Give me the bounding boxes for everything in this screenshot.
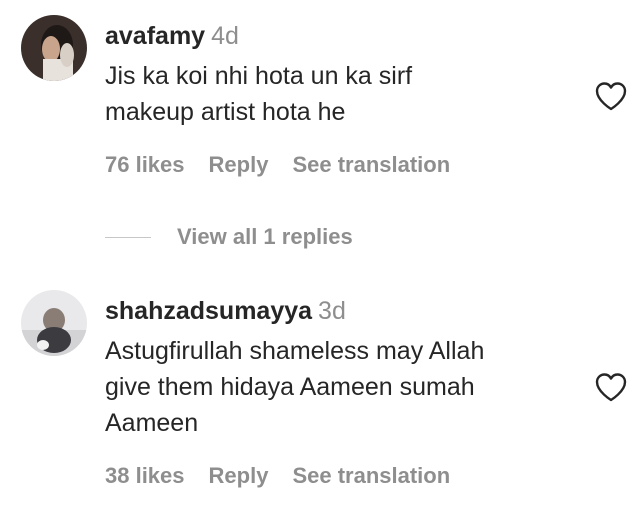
comment-author[interactable]: shahzadsumayya 3d: [105, 297, 346, 326]
comment-actions: 38 likes Reply See translation: [105, 463, 450, 489]
username[interactable]: shahzadsumayya: [105, 297, 312, 325]
like-button[interactable]: [594, 80, 628, 112]
timestamp: 4d: [211, 22, 239, 50]
comment-text-line: Jis ka koi nhi hota un ka sirf: [105, 62, 413, 90]
view-replies-button[interactable]: View all 1 replies: [105, 222, 353, 252]
comment-text: Jis ka koi nhi hota un ka sirf makeup ar…: [105, 58, 575, 130]
avatar[interactable]: [21, 290, 87, 356]
username[interactable]: avafamy: [105, 22, 205, 50]
comment-text-line: Aameen: [105, 409, 199, 437]
comment-actions: 76 likes Reply See translation: [105, 152, 450, 178]
timestamp: 3d: [318, 297, 346, 325]
like-button[interactable]: [594, 371, 628, 403]
heart-outline-icon: [595, 373, 627, 402]
see-translation-link[interactable]: See translation: [292, 463, 450, 488]
likes-count[interactable]: 38 likes: [105, 463, 185, 488]
comment-text: Astugfirullah shameless may Allah give t…: [105, 333, 575, 441]
comment-author[interactable]: avafamy 4d: [105, 22, 239, 51]
avatar-image: [21, 290, 87, 356]
heart-outline-icon: [595, 82, 627, 111]
see-translation-link[interactable]: See translation: [292, 152, 450, 177]
comment-text-line: Astugfirullah shameless may Allah: [105, 337, 485, 365]
comment-text-line: give them hidaya Aameen sumah: [105, 373, 475, 401]
avatar-image: [21, 15, 87, 81]
reply-button[interactable]: Reply: [209, 152, 269, 177]
reply-button[interactable]: Reply: [209, 463, 269, 488]
avatar[interactable]: [21, 15, 87, 81]
likes-count[interactable]: 76 likes: [105, 152, 185, 177]
comment-text-line: makeup artist hota he: [105, 98, 346, 126]
view-replies-label: View all 1 replies: [177, 224, 353, 249]
replies-divider: [105, 236, 151, 238]
